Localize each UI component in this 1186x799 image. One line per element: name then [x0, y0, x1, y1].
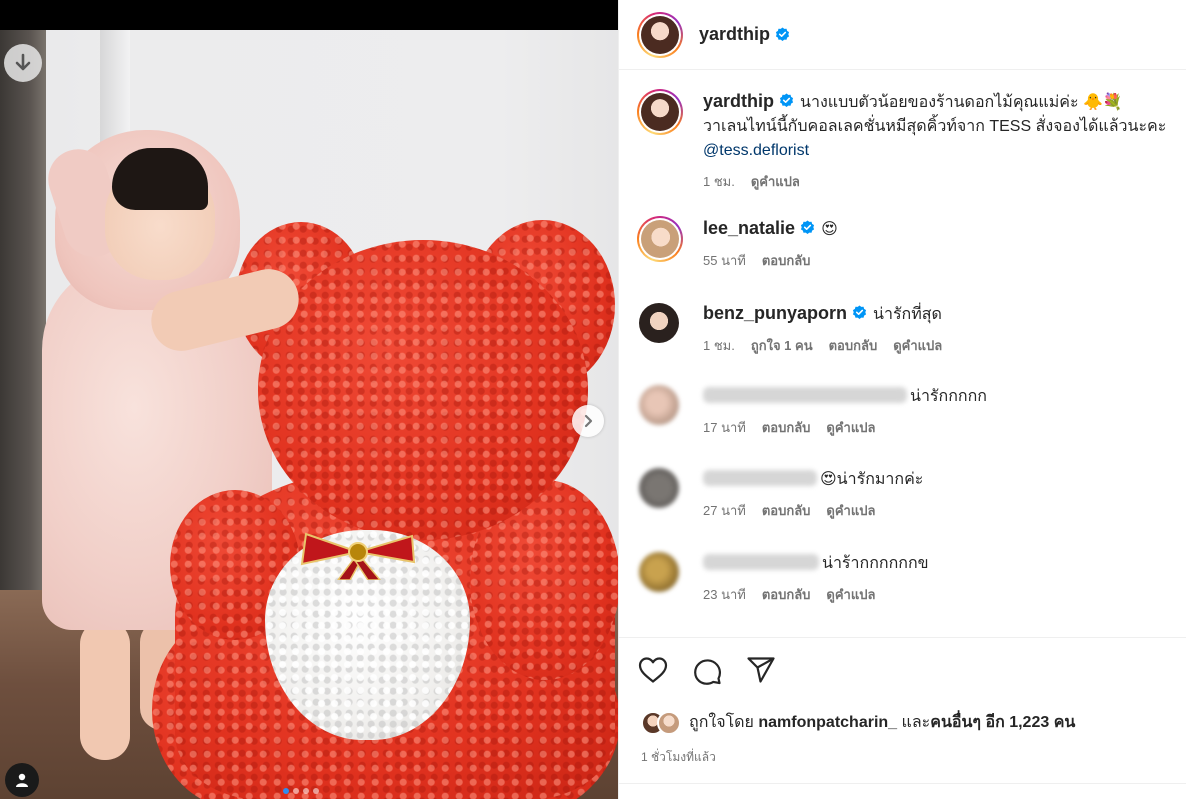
post-actions: ถูกใจโดย namfonpatcharin_ และ คนอื่นๆ อีก… — [619, 637, 1186, 799]
likes-prefix: ถูกใจโดย — [689, 714, 754, 731]
photo-child-leg — [80, 620, 130, 760]
commenter-avatar[interactable] — [637, 216, 683, 262]
comment-time[interactable]: 27 นาที — [703, 500, 746, 521]
translate-button[interactable]: ดูคำแปล — [826, 584, 875, 605]
reply-button[interactable]: ตอบกลับ — [762, 584, 811, 605]
comment-button[interactable] — [691, 654, 723, 686]
photo-child-hair — [112, 148, 208, 210]
caption-avatar[interactable] — [637, 89, 683, 135]
avatar-image — [641, 93, 679, 131]
translate-button[interactable]: ดูคำแปล — [826, 417, 875, 438]
commenter-avatar[interactable] — [639, 552, 679, 592]
instagram-post-modal: yardthip yardthip นางแบบตัวน้อยของร้านดอก… — [0, 0, 1186, 799]
caption-text-line2: วาเลนไทน์นี้กับคอลเลคชั่นหมีสุดคิ้วท์จาก… — [703, 118, 1167, 135]
translate-button[interactable]: ดูคำแปล — [893, 335, 942, 356]
likes-others-link[interactable]: คนอื่นๆ อีก 1,223 คน — [930, 710, 1075, 735]
liker-username[interactable]: namfonpatcharin_ — [758, 714, 897, 732]
blurred-username[interactable] — [703, 554, 819, 570]
commenter-avatar[interactable] — [639, 303, 679, 343]
verified-badge-icon — [801, 220, 815, 234]
avatar-image — [641, 220, 679, 258]
commenter-username[interactable]: benz_punyaporn — [703, 303, 847, 323]
comment-item: lee_natalie 😍 55 นาที ตอบกลับ — [637, 216, 1177, 271]
reply-button[interactable]: ตอบกลับ — [829, 335, 878, 356]
caption-mention-link[interactable]: @tess.deflorist — [703, 142, 809, 159]
media-top-bar — [0, 0, 618, 30]
comment-text: 😍 — [821, 221, 838, 238]
carousel-dot — [293, 788, 299, 794]
comment-time[interactable]: 55 นาที — [703, 250, 746, 271]
post-timestamp[interactable]: 1 ชั่วโมงที่แล้ว — [641, 748, 716, 767]
comment-time[interactable]: 1 ชม. — [703, 335, 735, 356]
carousel-dot — [283, 788, 289, 794]
comment-item: น่าร้ากกกกกกข 23 นาที ตอบกลับ ดูคำแปล — [637, 552, 1177, 605]
comment-text: 😍น่ารักมากค่ะ — [820, 471, 924, 488]
paper-plane-icon — [747, 657, 775, 683]
chevron-right-icon — [584, 414, 593, 428]
comment-item: น่ารักกกกก 17 นาที ตอบกลับ ดูคำแปล — [637, 385, 1177, 438]
verified-badge-icon — [779, 93, 794, 107]
liker-avatars — [641, 710, 685, 735]
blurred-username[interactable] — [703, 387, 907, 403]
user-icon — [16, 773, 28, 787]
caption-username[interactable]: yardthip — [703, 91, 774, 111]
comment-likes-count[interactable]: ถูกใจ 1 คน — [751, 335, 813, 356]
comment-text: น่ารักที่สุด — [873, 306, 942, 323]
carousel-dot — [313, 788, 319, 794]
next-slide-button[interactable] — [572, 405, 604, 437]
post-sidebar: yardthip yardthip นางแบบตัวน้อยของร้านดอก… — [618, 0, 1186, 799]
commenter-username[interactable]: lee_natalie — [703, 218, 795, 238]
liker-avatar — [657, 710, 681, 735]
photo-wall-edge — [0, 30, 46, 610]
author-avatar[interactable] — [637, 11, 683, 58]
post-header: yardthip — [619, 0, 1186, 70]
reply-button[interactable]: ตอบกลับ — [762, 417, 811, 438]
divider — [619, 783, 1186, 784]
commenter-avatar[interactable] — [639, 468, 679, 508]
post-caption: yardthip นางแบบตัวน้อยของร้านดอกไม้คุณแม่… — [637, 89, 1177, 192]
carousel-dot — [303, 788, 309, 794]
reply-button[interactable]: ตอบกลับ — [762, 250, 811, 271]
caption-time[interactable]: 1 ชม. — [703, 171, 735, 192]
verified-badge-icon — [852, 305, 867, 319]
caption-text-line1: นางแบบตัวน้อยของร้านดอกไม้คุณแม่ค่ะ 🐥💐 — [800, 94, 1123, 111]
comment-item: benz_punyaporn น่ารักที่สุด 1 ชม. ถูกใจ 1… — [637, 301, 1177, 356]
blurred-username[interactable] — [703, 470, 817, 486]
reply-button[interactable]: ตอบกลับ — [762, 500, 811, 521]
photo-bear-head — [258, 240, 588, 540]
comment-time[interactable]: 17 นาที — [703, 417, 746, 438]
likes-connector: และ — [901, 714, 931, 731]
carousel-indicator — [283, 788, 319, 794]
likes-summary: ถูกใจโดย namfonpatcharin_ และ คนอื่นๆ อีก… — [641, 710, 1075, 735]
tagged-users-button[interactable] — [5, 763, 39, 797]
comment-item: 😍น่ารักมากค่ะ 27 นาที ตอบกลับ ดูคำแปล — [637, 468, 1177, 521]
comment-bubble-icon — [694, 659, 722, 685]
commenter-avatar[interactable] — [639, 385, 679, 425]
translate-button[interactable]: ดูคำแปล — [826, 500, 875, 521]
photo-bear-bow — [300, 532, 416, 580]
comment-time[interactable]: 23 นาที — [703, 584, 746, 605]
share-button[interactable] — [745, 654, 777, 686]
post-photo — [0, 30, 618, 799]
like-button[interactable] — [637, 654, 669, 686]
comment-text: น่าร้ากกกกกกข — [822, 555, 929, 572]
caption-translate-button[interactable]: ดูคำแปล — [751, 171, 800, 192]
download-button[interactable] — [4, 44, 42, 82]
verified-badge-icon — [775, 27, 790, 41]
avatar-image — [641, 15, 679, 54]
post-media — [0, 0, 618, 799]
heart-icon — [638, 657, 668, 683]
comment-text: น่ารักกกกก — [910, 388, 987, 405]
arrow-down-icon — [15, 53, 31, 71]
author-username[interactable]: yardthip — [699, 24, 770, 45]
comments-list: yardthip นางแบบตัวน้อยของร้านดอกไม้คุณแม่… — [619, 71, 1186, 637]
